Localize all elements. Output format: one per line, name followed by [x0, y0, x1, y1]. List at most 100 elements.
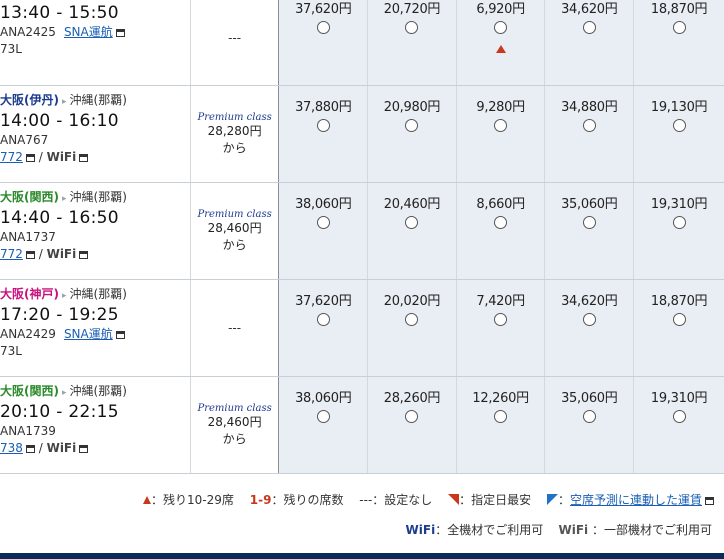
destination-airport: 沖縄(那覇)	[69, 384, 127, 398]
fare-price: 8,660円	[476, 197, 525, 212]
fare-radio-button[interactable]	[582, 313, 596, 326]
fare-cell[interactable]: 37,620円	[278, 279, 369, 377]
fare-radio-button[interactable]	[316, 410, 330, 423]
new-window-icon	[115, 331, 125, 339]
wifi-icon: WiFi	[46, 150, 77, 164]
fare-cell[interactable]: 20,720円	[367, 0, 457, 86]
fare-radio-button[interactable]	[316, 216, 330, 229]
fare-cell[interactable]: 38,060円	[278, 182, 369, 280]
premium-not-set: ---	[228, 321, 242, 335]
fare-radio-button[interactable]	[494, 410, 508, 423]
premium-class-cell[interactable]: Premium class 28,460円 から	[190, 376, 280, 474]
fare-radio-button[interactable]	[316, 119, 330, 132]
fare-price: 19,310円	[650, 391, 708, 406]
fare-cell[interactable]: 34,620円	[544, 279, 635, 377]
fare-cell[interactable]: 34,880円	[544, 85, 635, 183]
flight-number-line: ANA1737	[0, 229, 190, 246]
premium-from: から	[222, 431, 247, 446]
fare-cell[interactable]: 7,420円	[456, 279, 546, 377]
fare-cell[interactable]: 19,310円	[633, 376, 724, 474]
fare-price: 34,620円	[561, 2, 618, 17]
fare-cell[interactable]: 34,620円	[544, 0, 635, 86]
fare-price: 18,870円	[650, 294, 708, 309]
fare-cell[interactable]: 12,260円	[456, 376, 546, 474]
fare-radio-button[interactable]	[405, 21, 419, 34]
new-window-icon	[25, 154, 35, 162]
lowest-fare-flag-icon	[448, 494, 460, 505]
fare-cell[interactable]: 28,260円	[367, 376, 457, 474]
equipment-line: 772 / WiFi	[0, 149, 190, 166]
destination-airport: 沖縄(那覇)	[69, 287, 127, 301]
fare-radio-button[interactable]	[316, 313, 330, 326]
fare-cell[interactable]: 38,060円	[278, 376, 369, 474]
fare-cell[interactable]: 19,310円	[633, 182, 724, 280]
legend-wifi-some-label: ：一部機材でご利用可	[591, 523, 712, 537]
legend-seats-code: 1-9	[249, 493, 272, 507]
fare-radio-button[interactable]	[582, 410, 596, 423]
fare-cell[interactable]: 18,870円	[633, 0, 724, 86]
fare-radio-button[interactable]	[582, 21, 596, 34]
premium-class-cell[interactable]: Premium class 28,460円 から	[190, 182, 280, 280]
route: 大阪(伊丹) ▸ 沖縄(那覇)	[0, 92, 190, 110]
footer-bar	[0, 553, 724, 559]
departure-arrival-time: 14:00 - 16:10	[0, 111, 119, 131]
fare-price: 37,620円	[295, 2, 352, 17]
fare-radio-button[interactable]	[672, 313, 686, 326]
equipment-link[interactable]: 772	[0, 247, 23, 261]
equipment-code: 73L	[0, 42, 22, 56]
fare-radio-button[interactable]	[672, 119, 686, 132]
sna-operated-link[interactable]: SNA運航	[64, 327, 113, 341]
premium-class-label: Premium class	[197, 208, 272, 220]
fare-radio-button[interactable]	[494, 21, 508, 34]
legend-lowest-label: ：指定日最安	[459, 493, 532, 507]
fare-price: 20,720円	[383, 2, 441, 17]
origin-airport: 大阪(関西)	[0, 384, 59, 398]
flight-number: ANA2429	[0, 327, 56, 341]
fare-radio-button[interactable]	[494, 313, 508, 326]
legend-linked-fare-link[interactable]: 空席予測に連動した運賃	[570, 493, 702, 507]
fare-radio-button[interactable]	[582, 119, 596, 132]
fare-price: 34,880円	[561, 100, 618, 115]
fare-cell[interactable]: 6,920円	[456, 0, 546, 86]
fare-cell[interactable]: 37,620円	[278, 0, 369, 86]
flight-info-cell: 大阪(伊丹) ▸ 沖縄(那覇) 14:00 - 16:10 ANA767 772 / Wi…	[0, 85, 191, 183]
fare-cell[interactable]: 18,870円	[633, 279, 724, 377]
equipment-line: 772 / WiFi	[0, 246, 190, 263]
fare-radio-button[interactable]	[494, 119, 508, 132]
fare-cell[interactable]: 37,880円	[278, 85, 369, 183]
fare-cell[interactable]: 20,020円	[367, 279, 457, 377]
fare-price: 9,280円	[476, 100, 525, 115]
equipment-link[interactable]: 772	[0, 150, 23, 164]
fare-radio-button[interactable]	[672, 216, 686, 229]
fare-radio-button[interactable]	[405, 119, 419, 132]
fare-cell[interactable]: 9,280円	[456, 85, 546, 183]
equipment-link[interactable]: 738	[0, 441, 23, 455]
destination-airport: 沖縄(那覇)	[69, 190, 127, 204]
fare-cell[interactable]: 35,060円	[544, 182, 635, 280]
fare-table: 大阪(神戸)▸沖縄(那覇)13:40 - 15:50ANA2425SNA運航73…	[0, 0, 724, 474]
fare-radio-button[interactable]	[582, 216, 596, 229]
flight-info-cell: 大阪(関西) ▸ 沖縄(那覇) 20:10 - 22:15 ANA1739 738 / W…	[0, 376, 191, 474]
legend-seats-label: ：残りの席数	[271, 493, 344, 507]
origin-airport: 大阪(神戸)	[0, 287, 59, 301]
fare-cell[interactable]: 20,980円	[367, 85, 457, 183]
fare-radio-button[interactable]	[672, 410, 686, 423]
fare-cell[interactable]: 35,060円	[544, 376, 635, 474]
fare-radio-button[interactable]	[494, 216, 508, 229]
premium-class-cell[interactable]: Premium class 28,280円 から	[190, 85, 280, 183]
sna-operated-link[interactable]: SNA運航	[64, 25, 113, 39]
fare-radio-button[interactable]	[405, 313, 419, 326]
fare-radio-button[interactable]	[405, 216, 419, 229]
fare-price: 20,980円	[383, 100, 441, 115]
fare-price: 38,060円	[295, 197, 352, 212]
fare-cell[interactable]: 8,660円	[456, 182, 546, 280]
fare-cell[interactable]: 19,130円	[633, 85, 724, 183]
fare-radio-button[interactable]	[672, 21, 686, 34]
route-arrow-icon: ▸	[61, 194, 67, 204]
legend-wifi-all-label: ：全機材でご利用可	[435, 523, 544, 537]
fare-radio-button[interactable]	[316, 21, 330, 34]
flight-row: 大阪(関西) ▸ 沖縄(那覇) 20:10 - 22:15 ANA1739 738 / W…	[0, 376, 724, 474]
origin-airport: 大阪(関西)	[0, 190, 59, 204]
fare-radio-button[interactable]	[405, 410, 419, 423]
fare-cell[interactable]: 20,460円	[367, 182, 457, 280]
